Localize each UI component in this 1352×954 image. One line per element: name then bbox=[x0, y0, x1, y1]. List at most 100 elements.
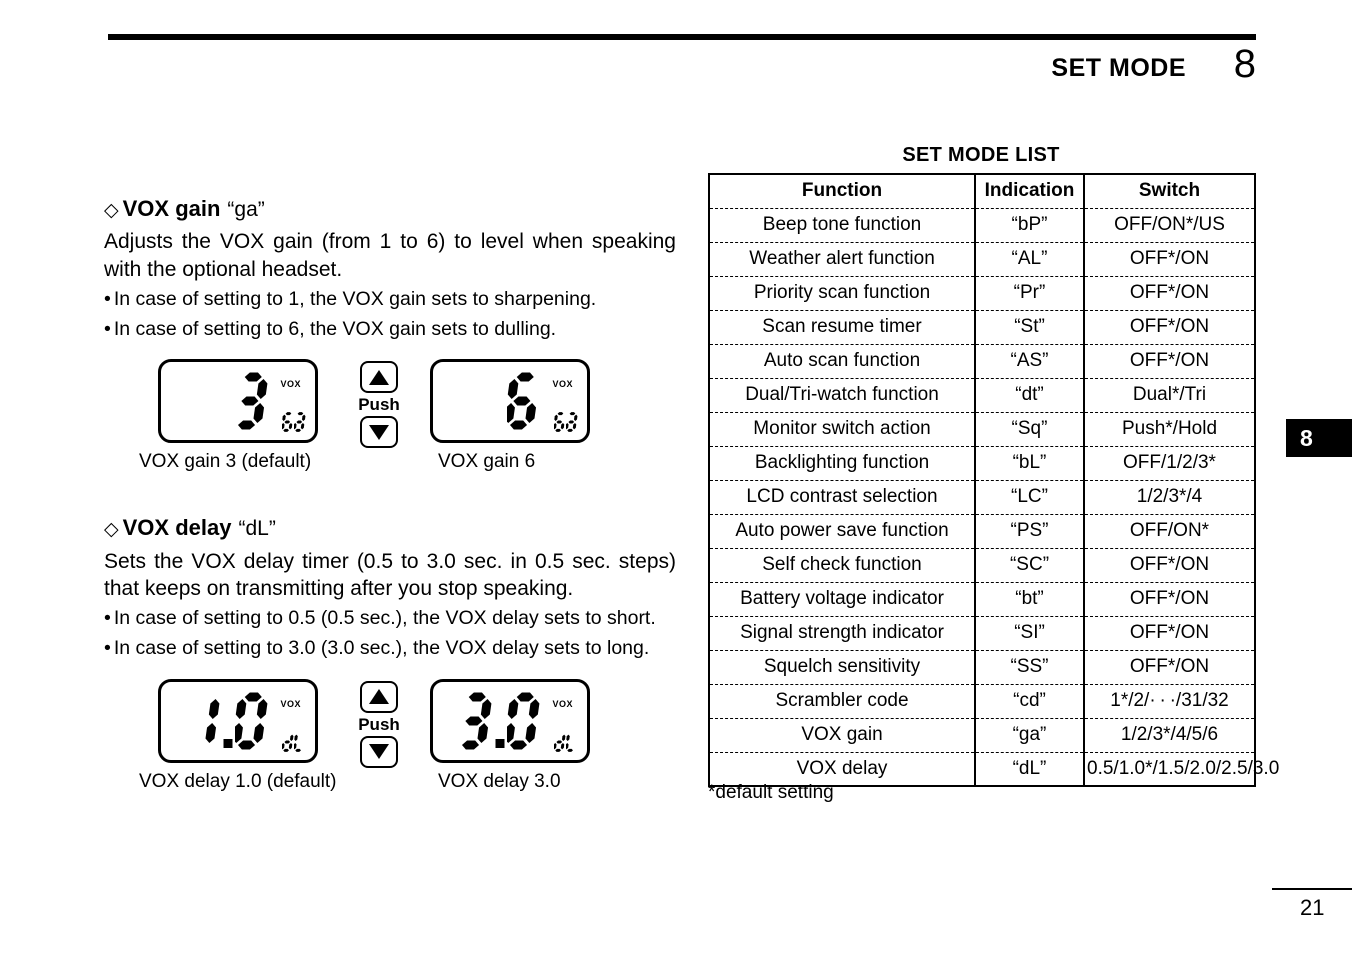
cell-switch: OFF/1/2/3* bbox=[1083, 445, 1256, 481]
cell-function: Signal strength indicator bbox=[708, 615, 976, 651]
lcd-unit-dl bbox=[553, 726, 578, 752]
cell-indication: “dL” bbox=[974, 751, 1085, 787]
up-button[interactable] bbox=[360, 361, 398, 394]
figure-caption: VOX delay 1.0 (default) bbox=[139, 770, 337, 792]
figure-caption: VOX gain 6 bbox=[438, 451, 536, 473]
lcd-vox-indicator: VOX bbox=[280, 698, 301, 709]
diamond-icon: ◇ bbox=[104, 519, 119, 541]
cell-function: Backlighting function bbox=[708, 445, 976, 481]
table-title: SET MODE LIST bbox=[902, 144, 1060, 166]
cell-function: Squelch sensitivity bbox=[708, 649, 976, 685]
cell-function: Dual/Tri-watch function bbox=[708, 377, 976, 413]
cell-function: Battery voltage indicator bbox=[708, 581, 976, 617]
lcd-value-vox-gain-3 bbox=[161, 372, 269, 436]
lcd-vox-indicator: VOX bbox=[552, 379, 573, 390]
lcd-display-vox-delay-default: VOX bbox=[158, 678, 318, 763]
cell-function: LCD contrast selection bbox=[708, 479, 976, 515]
table-row: Scrambler code “cd” 1*/2/· · ·/31/32 bbox=[708, 683, 1256, 719]
bullet-label: In case of setting to 1, the VOX gain se… bbox=[113, 287, 597, 310]
section-body-text: Adjusts the VOX gain (from 1 to 6) to le… bbox=[104, 230, 676, 282]
table-footnote: *default setting bbox=[708, 782, 834, 803]
section-code-label: “ga” bbox=[227, 198, 265, 221]
lcd-unit-dl bbox=[281, 726, 306, 752]
column-header-switch: Switch bbox=[1083, 173, 1256, 209]
section-heading-vox-gain: ◇ VOX gain “ga” bbox=[104, 196, 676, 222]
cell-indication: “Sq” bbox=[974, 411, 1085, 447]
table-row: VOX gain “ga” 1/2/3*/4/5/6 bbox=[708, 717, 1256, 753]
figure-vox-delay: VOX VOX delay 1.0 (default) Push VOX VOX… bbox=[104, 678, 676, 803]
cell-switch: OFF*/ON bbox=[1083, 343, 1256, 379]
lcd-value-vox-delay-1-0 bbox=[161, 692, 269, 756]
cell-indication: “cd” bbox=[974, 683, 1085, 719]
section-heading-label: VOX delay bbox=[122, 515, 232, 541]
push-button-group-gain: Push bbox=[356, 361, 402, 449]
section-vox-delay: ◇ VOX delay “dL” Sets the VOX delay timer … bbox=[104, 515, 676, 802]
triangle-down-icon bbox=[369, 744, 389, 760]
down-button[interactable] bbox=[360, 416, 398, 449]
page-title: SET MODE bbox=[1051, 54, 1186, 82]
cell-function: Priority scan function bbox=[708, 275, 976, 311]
cell-function: Self check function bbox=[708, 547, 976, 583]
lcd-display-vox-delay-3-0: VOX bbox=[430, 678, 590, 763]
cell-function: Auto scan function bbox=[708, 343, 976, 379]
chapter-number: 8 bbox=[1233, 42, 1256, 86]
cell-switch: 0.5/1.0*/1.5/2.0/2.5/3.0 bbox=[1083, 751, 1279, 787]
column-header-indication: Indication bbox=[974, 173, 1085, 209]
cell-indication: “dt” bbox=[974, 377, 1085, 413]
table-row: Dual/Tri-watch function “dt” Dual*/Tri bbox=[708, 377, 1256, 413]
bullet-dot-icon: • bbox=[104, 317, 111, 340]
column-header-function: Function bbox=[708, 173, 976, 209]
table-row: LCD contrast selection “LC” 1/2/3*/4 bbox=[708, 479, 1256, 515]
cell-switch: OFF*/ON bbox=[1083, 241, 1256, 277]
page-number: 21 bbox=[1300, 895, 1325, 920]
lcd-vox-indicator: VOX bbox=[552, 698, 573, 709]
footer-rule bbox=[1272, 888, 1352, 890]
triangle-up-icon bbox=[369, 689, 389, 705]
section-vox-gain: ◇ VOX gain “ga” Adjusts the VOX gain (from… bbox=[104, 196, 676, 483]
lcd-display-vox-gain-6: VOX bbox=[430, 359, 590, 444]
cell-switch: 1/2/3*/4 bbox=[1083, 479, 1256, 515]
cell-function: Scan resume timer bbox=[708, 309, 976, 345]
table-row: Battery voltage indicator “bt” OFF*/ON bbox=[708, 581, 1256, 617]
lcd-value-vox-gain-6 bbox=[433, 372, 541, 436]
cell-indication: “PS” bbox=[974, 513, 1085, 549]
cell-indication: “AL” bbox=[974, 241, 1085, 277]
bullet-dot-icon: • bbox=[104, 287, 111, 310]
bullet-dot-icon: • bbox=[104, 637, 111, 660]
cell-indication: “bt” bbox=[974, 581, 1085, 617]
table-row: Weather alert function “AL” OFF*/ON bbox=[708, 241, 1256, 277]
cell-switch: 1*/2/· · ·/31/32 bbox=[1083, 683, 1256, 719]
diamond-icon: ◇ bbox=[104, 200, 119, 221]
table-row: Backlighting function “bL” OFF/1/2/3* bbox=[708, 445, 1256, 481]
up-button[interactable] bbox=[360, 680, 398, 713]
cell-indication: “bL” bbox=[974, 445, 1085, 481]
bullet-item: • In case of setting to 6, the VOX gain s… bbox=[104, 316, 676, 344]
bullet-item: • In case of setting to 3.0 (3.0 sec.), t… bbox=[104, 635, 676, 663]
cell-function: Weather alert function bbox=[708, 241, 976, 277]
cell-switch: Push*/Hold bbox=[1083, 411, 1256, 447]
table-row: Squelch sensitivity “SS” OFF*/ON bbox=[708, 649, 1256, 685]
bullet-dot-icon: • bbox=[104, 607, 111, 630]
bullet-item: • In case of setting to 1, the VOX gain s… bbox=[104, 286, 676, 314]
cell-switch: OFF*/ON bbox=[1083, 581, 1256, 617]
cell-switch: OFF*/ON bbox=[1083, 547, 1256, 583]
push-label: Push bbox=[358, 395, 400, 415]
section-heading-label: VOX gain bbox=[122, 196, 221, 221]
cell-switch: OFF/ON* bbox=[1083, 513, 1256, 549]
triangle-up-icon bbox=[369, 369, 389, 385]
section-code-label: “dL” bbox=[238, 517, 276, 541]
left-column: ◇ VOX gain “ga” Adjusts the VOX gain (from… bbox=[104, 196, 676, 803]
push-button-group-delay: Push bbox=[356, 680, 402, 768]
cell-switch: OFF*/ON bbox=[1083, 275, 1256, 311]
cell-switch: OFF/ON*/US bbox=[1083, 207, 1256, 243]
figure-caption: VOX delay 3.0 bbox=[438, 770, 561, 792]
cell-function: Scrambler code bbox=[708, 683, 976, 719]
cell-switch: OFF*/ON bbox=[1083, 649, 1256, 685]
cell-indication: “SI” bbox=[974, 615, 1085, 651]
triangle-down-icon bbox=[369, 424, 389, 440]
cell-function: VOX gain bbox=[708, 717, 976, 753]
down-button[interactable] bbox=[360, 735, 398, 768]
bullet-label: In case of setting to 0.5 (0.5 sec.), th… bbox=[113, 607, 656, 630]
table-row: Beep tone function “bP” OFF/ON*/US bbox=[708, 207, 1256, 243]
table-row: Monitor switch action “Sq” Push*/Hold bbox=[708, 411, 1256, 447]
